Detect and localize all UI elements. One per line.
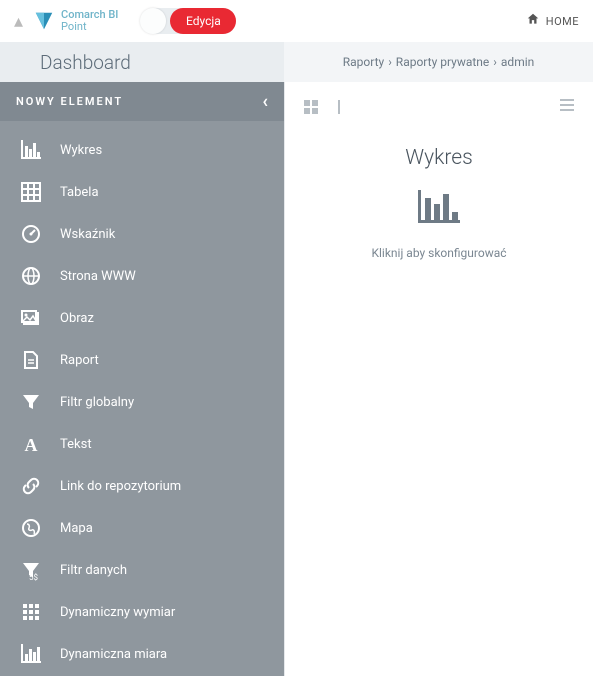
sidebar-item-label: Wykres [60,143,102,158]
main: NOWY ELEMENT ‹ Wykres Tabela Wskaźnik Stron… [0,82,593,676]
brand-text: Comarch BI Point [61,9,118,32]
topbar: ▴ Comarch BI Point Edycja HOME [0,0,593,42]
widget-hint: Kliknij aby skonfigurować [285,246,593,260]
chevron-left-icon: ‹ [262,91,270,112]
sidebar-item[interactable]: Obraz [0,297,284,339]
sidebar-item-label: Filtr globalny [60,395,134,410]
sidebar-item[interactable]: Tabela [0,171,284,213]
sidebar-item[interactable]: Wykres [0,129,284,171]
sidebar-item-label: Mapa [60,521,93,536]
funnel-icon [20,391,42,413]
sidebar-item-label: Raport [60,353,99,368]
sidebar-item[interactable]: Link do repozytorium [0,465,284,507]
home-label: HOME [546,15,579,28]
sidebar-item[interactable]: Mapa [0,507,284,549]
sidebar-item-label: Link do repozytorium [60,479,181,494]
breadcrumb-item[interactable]: Raporty prywatne [396,55,490,69]
breadcrumb-item[interactable]: Raporty [343,55,384,69]
sidebar-item-label: Wskaźnik [60,227,115,242]
logo-mark-icon [33,10,55,32]
svg-text:A: A [25,435,38,454]
brand-logo[interactable]: Comarch BI Point [33,9,118,32]
breadcrumb: Raporty › Raporty prywatne › admin [284,42,593,82]
sidebar-item-label: Strona WWW [60,269,136,284]
sidebar-item[interactable]: A Tekst [0,423,284,465]
sidebar-header[interactable]: NOWY ELEMENT ‹ [0,82,284,121]
report-icon [20,349,42,371]
toggle-knob [140,8,166,34]
breadcrumb-sep: › [388,55,392,69]
grid-view-icon[interactable] [303,99,319,115]
collapse-caret-icon[interactable]: ▴ [14,11,23,32]
sidebar-item-label: Dynamiczna miara [60,647,167,662]
breadcrumb-sep: › [493,55,497,69]
toggle-active-label-wrap: Edycja [170,8,236,34]
chart-bars-icon [418,190,460,224]
page-title-wrap: Dashboard [0,42,284,82]
chart-bars2-icon [20,643,42,665]
breadcrumb-item[interactable]: admin [501,55,534,69]
chart-bars-icon [20,139,42,161]
sidebar-item[interactable]: Dynamiczna miara [0,633,284,675]
globe-icon [20,265,42,287]
brand-line2: Point [61,21,118,33]
sidebar-item[interactable]: Filtr globalny [0,381,284,423]
text-a-icon: A [20,433,42,455]
sidebar-item-label: Filtr danych [60,563,127,578]
topbar-left: ▴ Comarch BI Point Edycja [14,8,526,34]
mode-toggle[interactable]: Edycja [140,8,236,34]
sidebar-item[interactable]: 5$ Filtr danych [0,549,284,591]
sidebar-item-label: Tekst [60,437,92,452]
toggle-label: Edycja [186,14,221,28]
divider-icon[interactable] [331,99,347,115]
sidebar-item-label: Dynamiczny wymiar [60,605,175,620]
sidebar-item-label: Tabela [60,185,99,200]
table-icon [20,181,42,203]
content-area: Wykres Kliknij aby skonfigurować [284,82,593,676]
sidebar: NOWY ELEMENT ‹ Wykres Tabela Wskaźnik Stron… [0,82,284,676]
funnel-data-icon: 5$ [20,559,42,581]
globe2-icon [20,517,42,539]
subheader: Dashboard Raporty › Raporty prywatne › a… [0,42,593,82]
page-title: Dashboard [40,51,131,74]
sidebar-item[interactable]: Strona WWW [0,255,284,297]
widget-title: Wykres [285,146,593,170]
sidebar-item[interactable]: Dynamiczny wymiar [0,591,284,633]
home-link[interactable]: HOME [526,12,579,30]
icon-subscript: 5$ [29,573,38,582]
content-toolbar [285,82,593,132]
sidebar-title: NOWY ELEMENT [16,95,123,108]
hamburger-icon[interactable] [559,98,575,117]
sidebar-item[interactable]: Wskaźnik [0,213,284,255]
chart-widget-placeholder[interactable]: Wykres Kliknij aby skonfigurować [285,146,593,260]
sidebar-item-label: Obraz [60,311,94,326]
gauge-icon [20,223,42,245]
images-icon [20,307,42,329]
sidebar-item[interactable]: Raport [0,339,284,381]
sidebar-list: Wykres Tabela Wskaźnik Strona WWW Obraz Rapor… [0,121,284,676]
home-icon [526,12,540,30]
link-icon [20,475,42,497]
grid-dots-icon [20,601,42,623]
